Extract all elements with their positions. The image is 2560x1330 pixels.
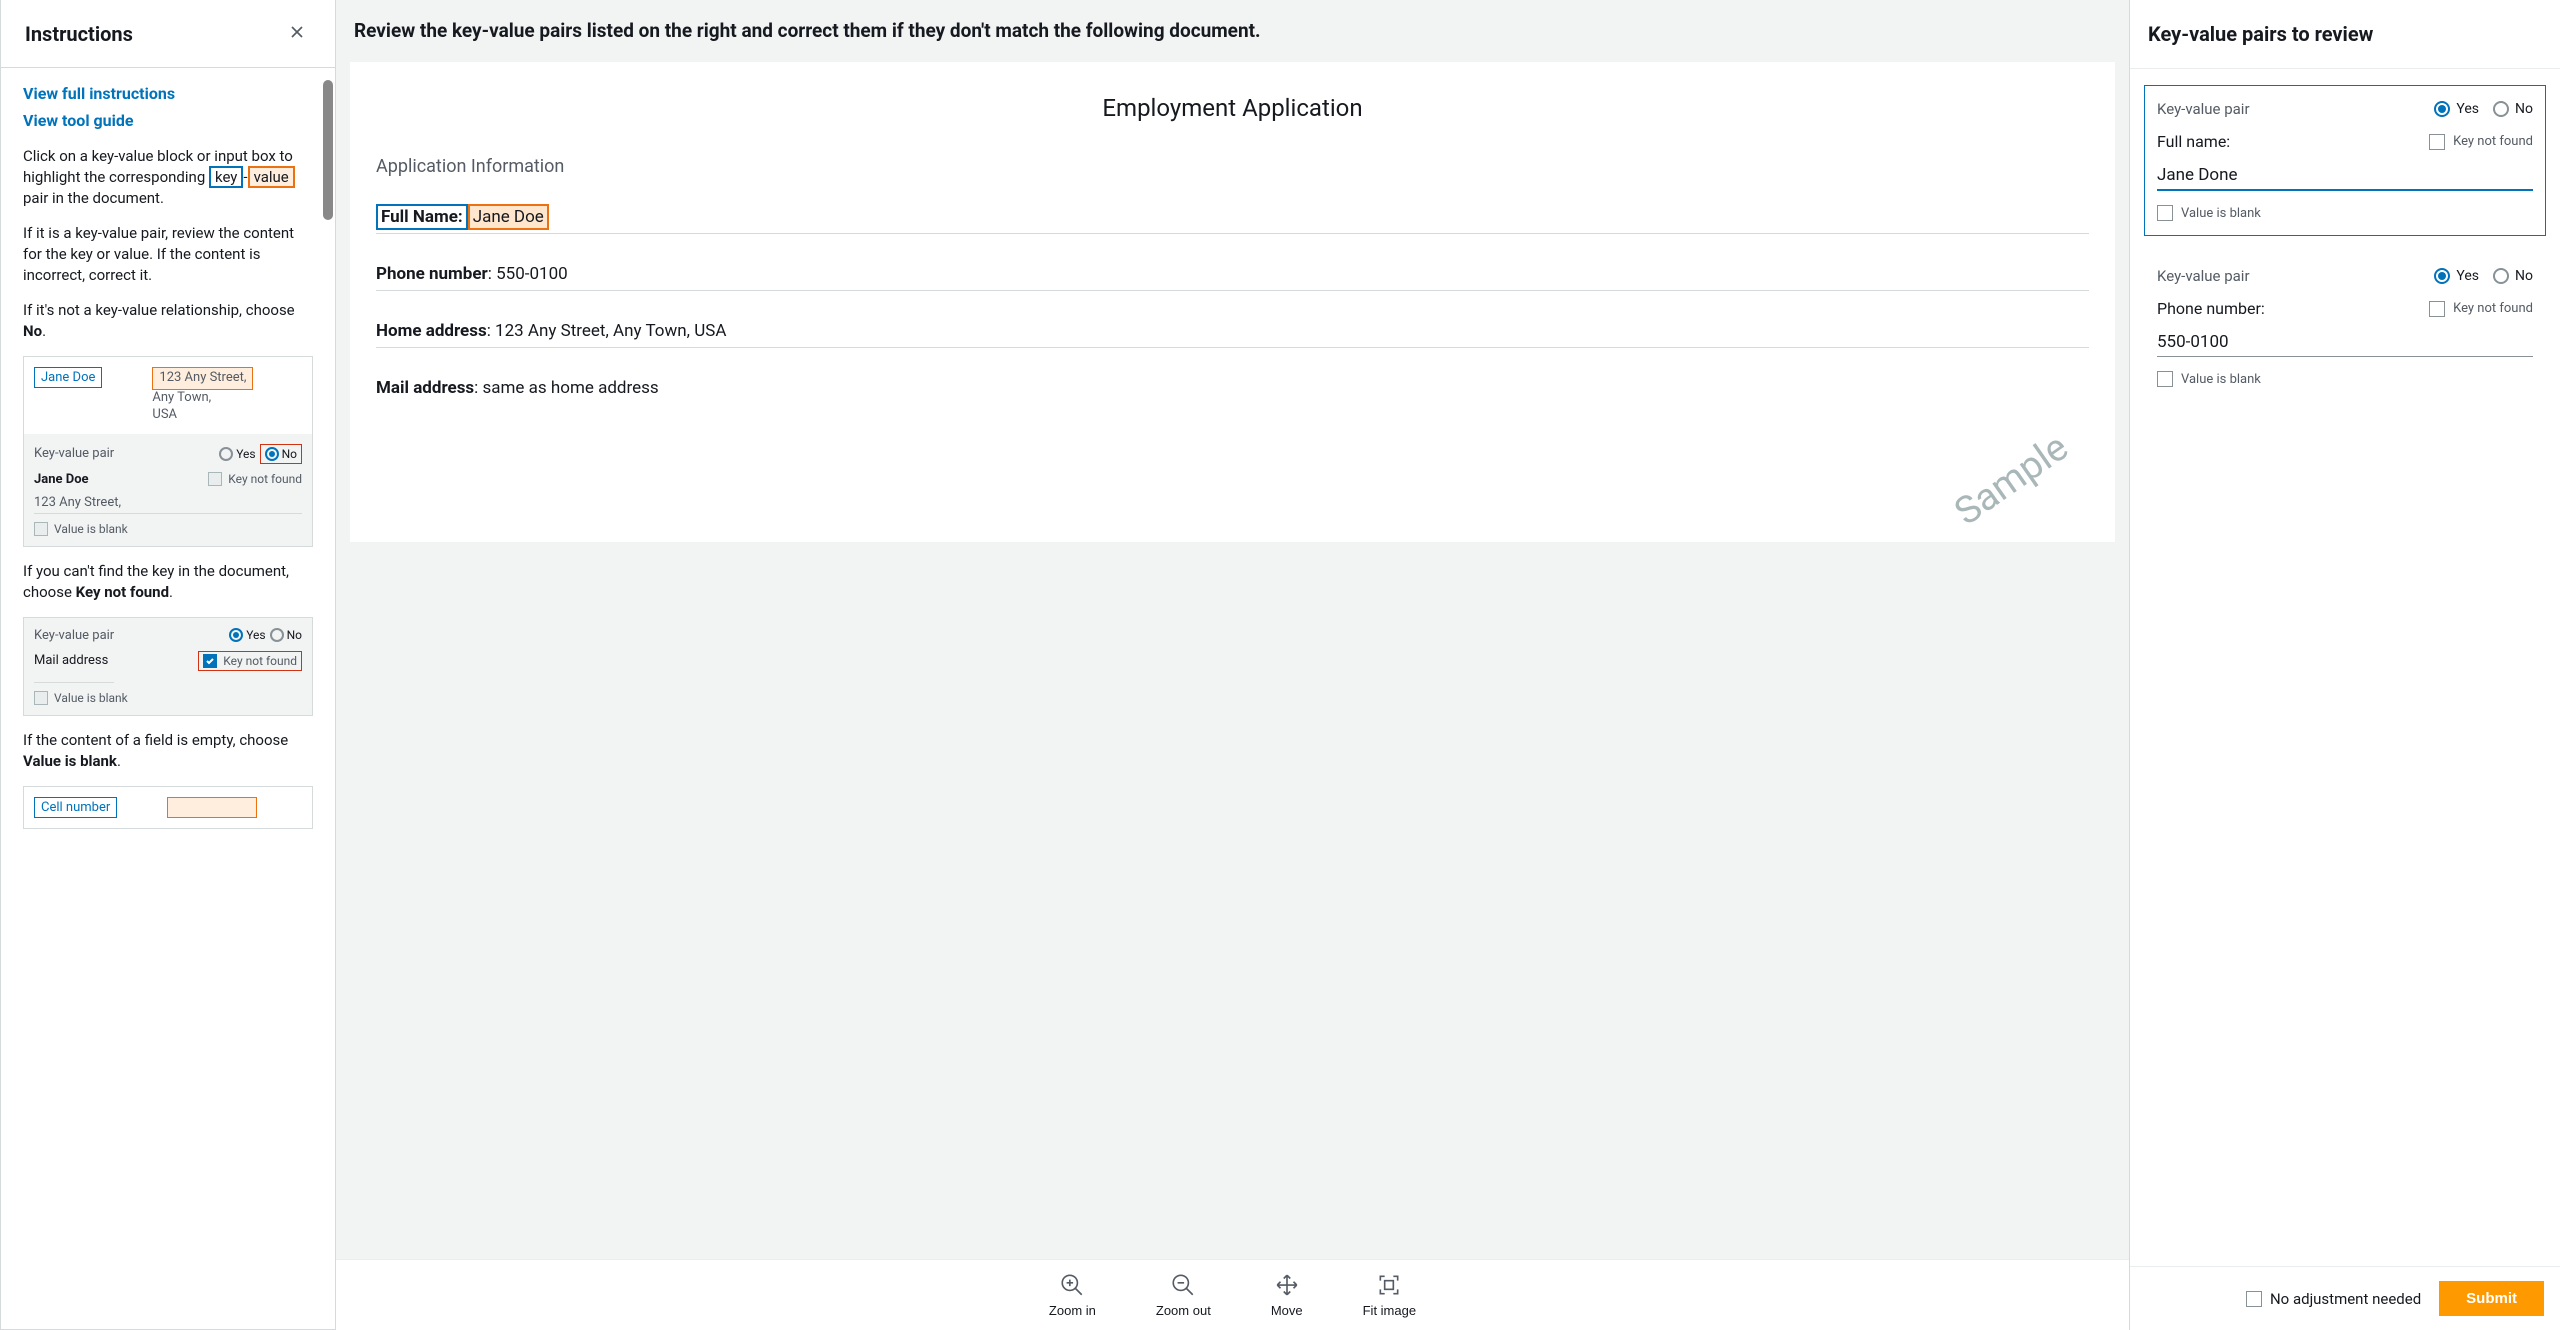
example1-no-highlighted: No xyxy=(260,444,302,464)
doc-field-mail-address[interactable]: Mail address: same as home address xyxy=(376,372,2089,404)
radio-selected-icon xyxy=(265,447,279,461)
document-toolbar: Zoom in Zoom out Move Fit image xyxy=(336,1259,2129,1330)
instructions-p1: Click on a key-value block or input box … xyxy=(23,146,313,209)
radio-icon xyxy=(2493,268,2509,284)
kv-key-text: Phone number: xyxy=(2157,299,2265,318)
kv-item[interactable]: Key-value pair Yes No Phone number: Key … xyxy=(2144,252,2546,402)
instructions-body[interactable]: View full instructions View tool guide C… xyxy=(1,68,335,1329)
value-blank-checkbox[interactable]: Value is blank xyxy=(2157,205,2261,221)
instructions-p3: If it's not a key-value relationship, ch… xyxy=(23,300,313,342)
right-footer: No adjustment needed Submit xyxy=(2130,1266,2560,1330)
example-box-1: Jane Doe 123 Any Street, Any Town, USA K… xyxy=(23,356,313,547)
checkbox-empty-icon xyxy=(34,691,48,705)
checkbox-empty-icon xyxy=(2157,371,2173,387)
kv-value-input[interactable]: Jane Done xyxy=(2157,165,2533,191)
kv-review-title: Key-value pairs to review xyxy=(2148,22,2542,46)
checkbox-checked-icon xyxy=(203,654,217,668)
instructions-title: Instructions xyxy=(25,22,133,46)
document-title: Employment Application xyxy=(376,94,2089,122)
instructions-p4: If you can't find the key in the documen… xyxy=(23,561,313,603)
fit-image-button[interactable]: Fit image xyxy=(1363,1272,1416,1318)
document: Employment Application Application Infor… xyxy=(350,62,2115,542)
example-box-2: Key-value pair Yes No Mail address Key n… xyxy=(23,617,313,716)
kvp-radio-no[interactable]: No xyxy=(2493,101,2533,117)
zoom-out-icon xyxy=(1170,1272,1196,1301)
doc-field-full-name[interactable]: Full Name:Jane Doe xyxy=(376,201,2089,234)
key-highlight-example: key xyxy=(209,166,243,188)
fit-image-icon xyxy=(1376,1272,1402,1301)
doc-field-home-address[interactable]: Home address: 123 Any Street, Any Town, … xyxy=(376,315,2089,348)
instructions-p5: If the content of a field is empty, choo… xyxy=(23,730,313,772)
checkbox-empty-icon xyxy=(2246,1291,2262,1307)
radio-icon xyxy=(2493,101,2509,117)
doc-field-phone[interactable]: Phone number: 550-0100 xyxy=(376,258,2089,291)
submit-button[interactable]: Submit xyxy=(2439,1281,2544,1316)
kvp-radio-no[interactable]: No xyxy=(2493,268,2533,284)
radio-selected-icon xyxy=(2434,101,2450,117)
kv-list: Key-value pair Yes No Full name: Key not… xyxy=(2130,69,2560,1266)
right-panel: Key-value pairs to review Key-value pair… xyxy=(2130,0,2560,1330)
key-not-found-checkbox[interactable]: Key not found xyxy=(2429,301,2533,317)
value-highlight-example: value xyxy=(248,166,295,188)
radio-selected-icon xyxy=(229,628,243,642)
document-section: Application Information xyxy=(376,156,2089,177)
kv-value-input[interactable]: 550-0100 xyxy=(2157,332,2533,357)
zoom-in-icon xyxy=(1059,1272,1085,1301)
doc-key-highlighted: Full Name: xyxy=(376,204,468,230)
kvp-radio-yes[interactable]: Yes xyxy=(2434,101,2479,117)
checkbox-empty-icon xyxy=(208,472,222,486)
kvp-radio-yes[interactable]: Yes xyxy=(2434,268,2479,284)
move-button[interactable]: Move xyxy=(1271,1272,1303,1318)
close-instructions-button[interactable] xyxy=(283,18,311,49)
example1-key: Jane Doe xyxy=(34,367,102,388)
zoom-in-button[interactable]: Zoom in xyxy=(1049,1272,1096,1318)
instructions-p2: If it is a key-value pair, review the co… xyxy=(23,223,313,286)
review-instruction-text: Review the key-value pairs listed on the… xyxy=(336,0,2129,62)
example2-keynotfound-highlighted: Key not found xyxy=(198,651,302,671)
example1-value: 123 Any Street, xyxy=(152,367,253,390)
radio-icon xyxy=(219,447,233,461)
example3-value-empty xyxy=(167,797,257,818)
kv-key-text: Full name: xyxy=(2157,132,2230,151)
no-adjustment-checkbox[interactable]: No adjustment needed xyxy=(2246,1290,2421,1308)
checkbox-empty-icon xyxy=(2429,301,2445,317)
radio-icon xyxy=(270,628,284,642)
right-header: Key-value pairs to review xyxy=(2130,0,2560,69)
close-icon xyxy=(287,30,307,45)
kvp-label: Key-value pair xyxy=(2157,267,2250,285)
example3-key: Cell number xyxy=(34,797,117,818)
view-full-instructions-link[interactable]: View full instructions xyxy=(23,84,313,103)
value-blank-checkbox[interactable]: Value is blank xyxy=(2157,371,2261,387)
checkbox-empty-icon xyxy=(2429,134,2445,150)
instructions-panel: Instructions View full instructions View… xyxy=(0,0,336,1330)
key-not-found-checkbox[interactable]: Key not found xyxy=(2429,134,2533,150)
doc-value-highlighted: Jane Doe xyxy=(468,204,549,230)
document-canvas[interactable]: Employment Application Application Infor… xyxy=(336,62,2129,1259)
center-panel: Review the key-value pairs listed on the… xyxy=(336,0,2130,1330)
kvp-label: Key-value pair xyxy=(2157,100,2250,118)
view-tool-guide-link[interactable]: View tool guide xyxy=(23,111,313,130)
radio-selected-icon xyxy=(2434,268,2450,284)
instructions-header: Instructions xyxy=(1,0,335,68)
kv-item[interactable]: Key-value pair Yes No Full name: Key not… xyxy=(2144,85,2546,236)
checkbox-empty-icon xyxy=(34,522,48,536)
zoom-out-button[interactable]: Zoom out xyxy=(1156,1272,1211,1318)
move-icon xyxy=(1274,1272,1300,1301)
watermark: Sample xyxy=(1947,425,2077,534)
checkbox-empty-icon xyxy=(2157,205,2173,221)
example-box-3: Cell number xyxy=(23,786,313,829)
scrollbar-thumb[interactable] xyxy=(323,80,333,220)
